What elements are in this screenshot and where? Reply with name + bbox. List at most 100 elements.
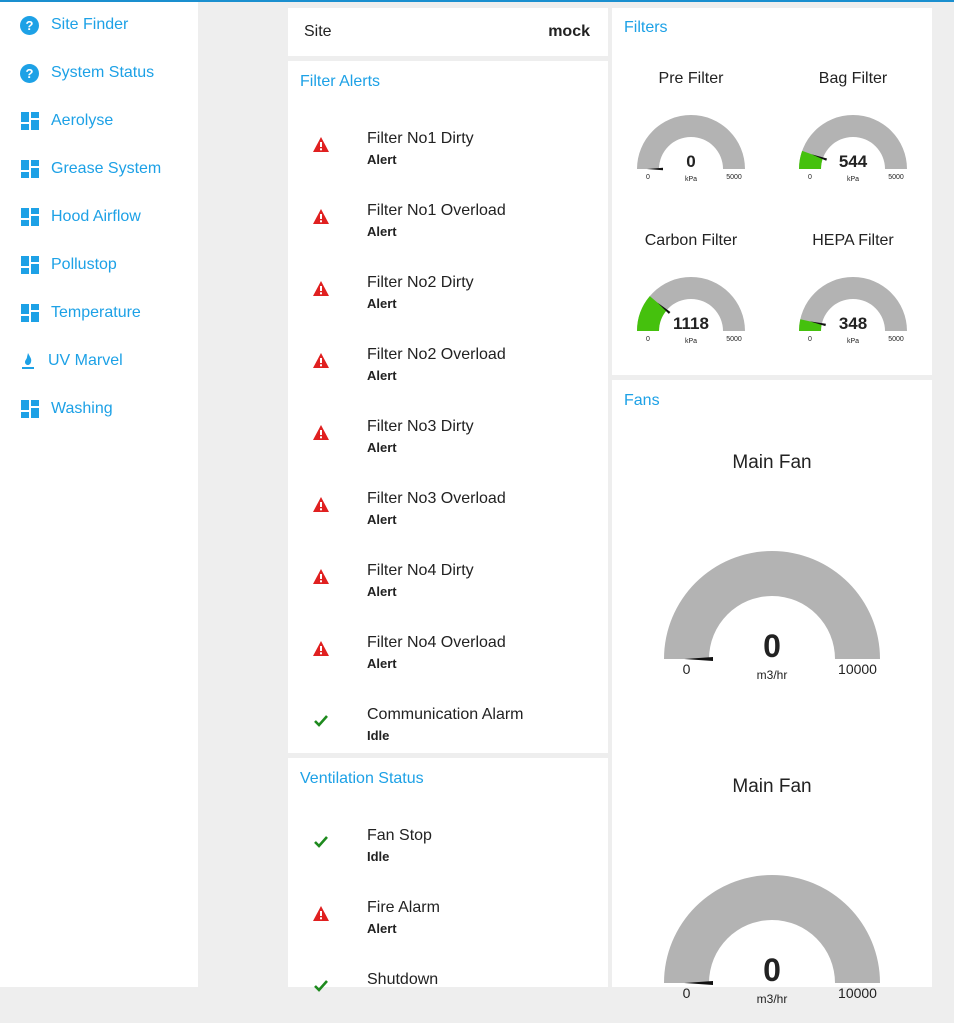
sidebar-item-label: Aerolyse — [51, 112, 114, 129]
filters-card: Filters Pre Filter 0 kPa 0 5000 Bag Filter 544… — [612, 8, 932, 375]
status-row-name: Fire Alarm — [367, 899, 440, 916]
status-row-name: Filter No4 Dirty — [367, 562, 474, 579]
status-row: Filter No1 Overload Alert — [288, 202, 608, 246]
filter-alerts-title: Filter Alerts — [300, 73, 381, 90]
status-row: Filter No3 Overload Alert — [288, 490, 608, 534]
sidebar-item-label: Grease System — [51, 160, 162, 177]
sidebar-item-label: Site Finder — [51, 16, 129, 33]
sidebar-item-temperature[interactable]: Temperature — [20, 301, 141, 325]
status-row: Shutdown — [288, 971, 608, 1015]
ventilation-status-card: Ventilation Status Fan Stop Idle Fire Alar… — [288, 758, 608, 992]
site-value: mock — [548, 23, 590, 40]
check-icon — [312, 833, 330, 851]
status-row-name: Filter No3 Dirty — [367, 418, 474, 435]
sidebar-item-aerolyse[interactable]: Aerolyse — [20, 109, 113, 133]
sidebar-item-uv-marvel[interactable]: UV Marvel — [20, 349, 123, 373]
gauge-unit: kPa — [685, 176, 697, 183]
gauge-max-label: 5000 — [888, 336, 904, 343]
warning-triangle-icon — [312, 352, 330, 370]
status-row-name: Filter No1 Dirty — [367, 130, 474, 147]
gauge-unit: m3/hr — [757, 668, 788, 682]
fans-title: Fans — [624, 392, 660, 409]
sidebar-item-label: Pollustop — [51, 256, 117, 273]
warning-triangle-icon — [312, 905, 330, 923]
gauge-unit: kPa — [685, 338, 697, 345]
sidebar-item-system-status[interactable]: ? System Status — [20, 61, 154, 85]
status-row-status: Idle — [367, 849, 390, 864]
status-row: Filter No2 Dirty Alert — [288, 274, 608, 318]
gauge: 1118 kPa 0 5000 — [637, 277, 745, 345]
status-row: Fire Alarm Alert — [288, 899, 608, 943]
gauge-min-label: 0 — [683, 985, 691, 1001]
gauge-min-label: 0 — [808, 336, 812, 343]
status-row: Filter No4 Dirty Alert — [288, 562, 608, 606]
warning-triangle-icon — [312, 424, 330, 442]
sidebar-item-grease-system[interactable]: Grease System — [20, 157, 161, 181]
gauge-title: Bag Filter — [818, 70, 888, 87]
gauge-value: 0 — [686, 152, 695, 171]
warning-triangle-icon — [312, 496, 330, 514]
gauge-value: 1118 — [673, 314, 709, 333]
status-row: Filter No2 Overload Alert — [288, 346, 608, 390]
status-row-name: Filter No1 Overload — [367, 202, 506, 219]
dashboard-icon — [20, 256, 39, 275]
gauge-title: Pre Filter — [658, 70, 724, 87]
gauge-max-label: 10000 — [838, 661, 877, 677]
gauge-max-label: 5000 — [726, 174, 742, 181]
gauge-value: 0 — [763, 952, 781, 988]
gauge: 348 kPa 0 5000 — [799, 277, 907, 345]
gauge-title: Carbon Filter — [644, 232, 738, 249]
sidebar-item-label: Washing — [51, 400, 113, 417]
gauge-max-label: 10000 — [838, 985, 877, 1001]
gauge-value: 0 — [763, 628, 781, 664]
warning-triangle-icon — [312, 208, 330, 226]
gauge-max-label: 5000 — [888, 174, 904, 181]
gauge-min-label: 0 — [646, 174, 650, 181]
gauge: 0 m3/hr 0 10000 — [664, 875, 880, 1006]
dashboard-icon — [20, 208, 39, 227]
status-row-status: Alert — [367, 440, 397, 455]
sidebar-item-label: UV Marvel — [48, 352, 123, 369]
gauge-title: Main Fan — [732, 452, 812, 473]
dashboard-icon — [20, 160, 39, 179]
status-row-status: Alert — [367, 656, 397, 671]
status-row-status: Alert — [367, 296, 397, 311]
warning-triangle-icon — [312, 568, 330, 586]
gauge-max-label: 5000 — [726, 336, 742, 343]
dashboard-icon — [20, 112, 39, 131]
gauge: 0 kPa 0 5000 — [637, 115, 745, 183]
gauge-unit: kPa — [847, 338, 859, 345]
sidebar-item-label: System Status — [51, 64, 155, 81]
filter-alerts-card: Filter Alerts Filter No1 Dirty Alert Filte… — [288, 61, 608, 753]
status-row-name: Filter No4 Overload — [367, 634, 506, 651]
status-row-status: Alert — [367, 224, 397, 239]
status-row-name: Communication Alarm — [367, 706, 524, 723]
status-row-status: Alert — [367, 921, 397, 936]
status-row-status: Alert — [367, 368, 397, 383]
status-row: Communication Alarm Idle — [288, 706, 608, 750]
warning-triangle-icon — [312, 280, 330, 298]
gauge-value: 348 — [839, 314, 867, 333]
check-icon — [312, 712, 330, 730]
filters-title: Filters — [624, 19, 668, 36]
warning-triangle-icon — [312, 136, 330, 154]
status-row-name: Fan Stop — [367, 827, 432, 844]
status-row: Filter No4 Overload Alert — [288, 634, 608, 678]
gauge-min-label: 0 — [646, 336, 650, 343]
warning-triangle-icon — [312, 640, 330, 658]
sidebar-item-label: Hood Airflow — [51, 208, 141, 225]
status-row-name: Filter No3 Overload — [367, 490, 506, 507]
sidebar-item-pollustop[interactable]: Pollustop — [20, 253, 117, 277]
sidebar-item-site-finder[interactable]: ? Site Finder — [20, 13, 128, 37]
status-row-status: Alert — [367, 584, 397, 599]
status-row-status: Alert — [367, 512, 397, 527]
status-row-name: Filter No2 Overload — [367, 346, 506, 363]
sidebar-item-hood-airflow[interactable]: Hood Airflow — [20, 205, 141, 229]
help-circle-icon: ? — [20, 63, 39, 83]
status-row-status: Idle — [367, 728, 390, 743]
gauge: 0 m3/hr 0 10000 — [664, 551, 880, 682]
sidebar-item-washing[interactable]: Washing — [20, 397, 113, 421]
uv-flame-icon — [20, 352, 36, 371]
gauge-value: 544 — [839, 152, 868, 171]
status-row: Filter No1 Dirty Alert — [288, 130, 608, 174]
